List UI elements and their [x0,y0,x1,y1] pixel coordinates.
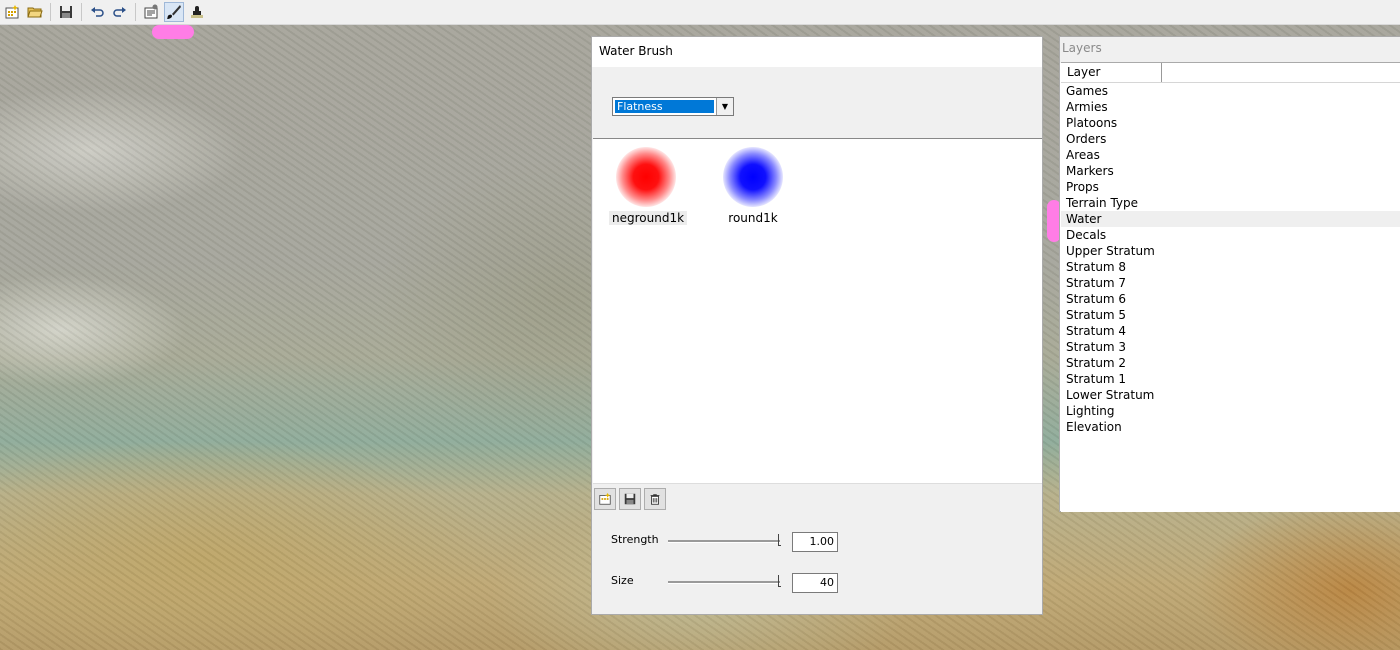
layer-item-areas[interactable]: Areas [1061,147,1400,163]
brush-mode-value: Flatness [615,100,714,113]
stamp-tool-button[interactable] [187,2,207,22]
layer-item-platoons[interactable]: Platoons [1061,115,1400,131]
open-folder-icon [27,7,43,18]
delete-brush-button[interactable] [644,488,666,510]
brush-label: round1k [728,211,778,225]
layer-item-water[interactable]: Water [1061,211,1400,227]
water-brush-panel: Water Brush Flatness ▼ neground1k round1… [591,36,1043,615]
brush-mode-select[interactable]: Flatness ▼ [612,97,734,116]
layer-item-lower-stratum[interactable]: Lower Stratum [1061,387,1400,403]
open-button[interactable] [25,2,45,22]
layers-table: Layer Games Armies Platoons Orders Areas Mark… [1061,62,1400,512]
layer-item-props[interactable]: Props [1061,179,1400,195]
redo-icon [113,7,126,17]
layers-header: Layer [1061,63,1400,83]
highlight-marker [152,25,194,39]
brush-thumbnail [723,147,783,207]
layer-item-stratum-6[interactable]: Stratum 6 [1061,291,1400,307]
layer-item-stratum-1[interactable]: Stratum 1 [1061,371,1400,387]
layer-item-stratum-4[interactable]: Stratum 4 [1061,323,1400,339]
save-disk-icon [624,493,636,505]
new-brush-button[interactable] [594,488,616,510]
size-slider[interactable] [668,581,780,584]
properties-icon [144,4,158,19]
size-slider-thumb[interactable] [778,575,781,587]
layer-item-elevation[interactable]: Elevation [1061,419,1400,435]
size-input[interactable]: 40 [792,573,838,593]
toolbar-separator [81,3,82,21]
brush-item-neground1k[interactable]: neground1k [609,147,688,225]
new-map-button[interactable] [2,2,22,22]
undo-icon [91,7,104,17]
strength-slider-thumb[interactable] [778,534,781,546]
strength-row: Strength 1.00 [611,532,1041,553]
properties-button[interactable] [141,2,161,22]
layer-item-stratum-7[interactable]: Stratum 7 [1061,275,1400,291]
layer-item-lighting[interactable]: Lighting [1061,403,1400,419]
layer-item-stratum-2[interactable]: Stratum 2 [1061,355,1400,371]
new-map-icon [5,5,19,19]
toolbar-separator [135,3,136,21]
panel-title: Water Brush [592,37,1042,67]
layer-item-stratum-8[interactable]: Stratum 8 [1061,259,1400,275]
size-row: Size 40 [611,573,1041,594]
save-brush-button[interactable] [619,488,641,510]
brush-tool-button[interactable] [164,2,184,22]
brush-icon [167,5,181,19]
brush-item-round1k[interactable]: round1k [716,147,790,225]
save-button[interactable] [56,2,76,22]
strength-label: Strength [611,533,659,546]
strength-slider[interactable] [668,540,780,543]
layer-item-stratum-3[interactable]: Stratum 3 [1061,339,1400,355]
layer-item-stratum-5[interactable]: Stratum 5 [1061,307,1400,323]
brush-label: neground1k [609,211,688,225]
layer-column-header[interactable]: Layer [1061,63,1162,82]
strength-input[interactable]: 1.00 [792,532,838,552]
layer-item-orders[interactable]: Orders [1061,131,1400,147]
brush-tools [594,488,669,510]
empty-column-header[interactable] [1162,63,1400,82]
save-disk-icon [60,6,72,18]
redo-button[interactable] [110,2,130,22]
brush-list: neground1k round1k [593,138,1042,484]
size-label: Size [611,574,634,587]
layer-item-games[interactable]: Games [1061,83,1400,99]
layer-list: Games Armies Platoons Orders Areas Markers Pro… [1061,83,1400,435]
trash-icon [650,494,660,505]
undo-button[interactable] [87,2,107,22]
layers-title: Layers [1060,37,1400,63]
toolbar-separator [50,3,51,21]
layer-item-markers[interactable]: Markers [1061,163,1400,179]
layer-item-decals[interactable]: Decals [1061,227,1400,243]
layer-item-terrain-type[interactable]: Terrain Type [1061,195,1400,211]
layer-item-upper-stratum[interactable]: Upper Stratum [1061,243,1400,259]
layers-panel: Layers Layer Games Armies Platoons Orders Ar… [1059,36,1400,512]
main-toolbar [0,0,1400,25]
chevron-down-icon[interactable]: ▼ [716,98,733,115]
new-brush-icon [599,492,611,505]
brush-thumbnail [616,147,676,207]
layer-item-armies[interactable]: Armies [1061,99,1400,115]
stamp-icon [191,6,203,18]
